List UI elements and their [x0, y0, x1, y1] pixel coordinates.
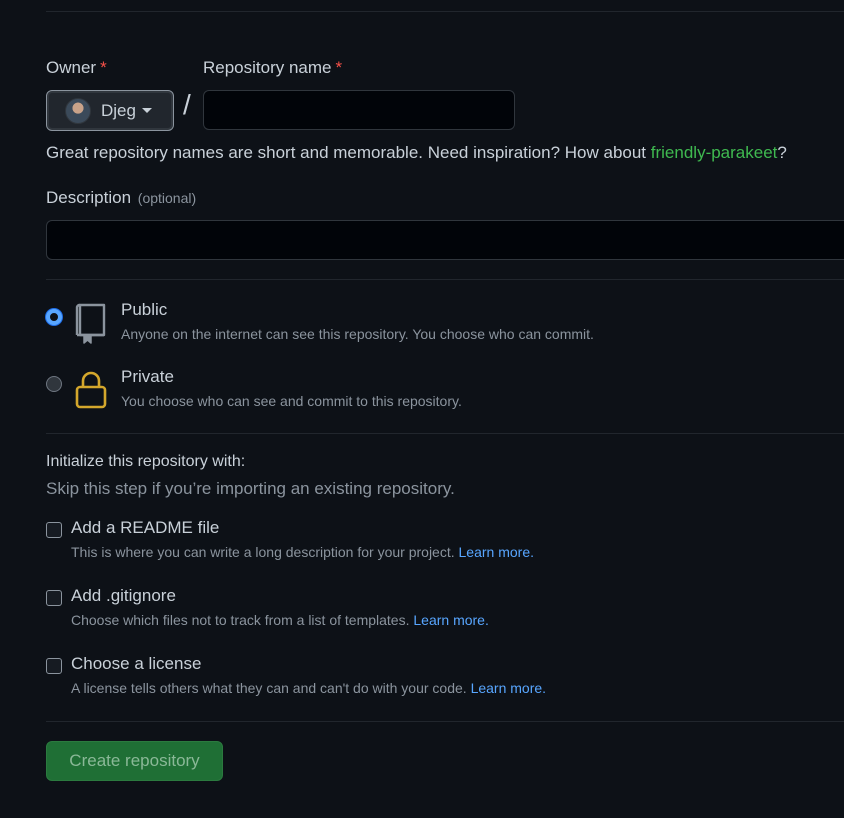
repo-icon: [75, 303, 106, 344]
private-radio[interactable]: [46, 376, 62, 392]
private-option-title: Private: [121, 367, 174, 386]
new-repository-form: Owner * Repository name * Djeg / Great rep…: [0, 0, 844, 818]
init-section-title: Initialize this repository with:: [46, 453, 246, 470]
readme-option-desc: This is where you can write a long descr…: [71, 544, 534, 560]
repo-name-hint: Great repository names are short and mem…: [46, 143, 787, 162]
description-label: Description (optional): [46, 188, 197, 207]
public-option-title: Public: [121, 300, 168, 319]
divider: [46, 433, 844, 434]
suggested-name-link[interactable]: friendly-parakeet: [651, 143, 778, 162]
repository-name-input[interactable]: [203, 90, 515, 130]
license-option-title: Choose a license: [71, 654, 202, 673]
owner-dropdown-button[interactable]: Djeg: [46, 90, 174, 131]
divider: [46, 279, 844, 280]
owner-label: Owner *: [46, 58, 107, 77]
required-mark: *: [100, 58, 107, 77]
repo-name-label: Repository name *: [203, 58, 343, 77]
owner-repo-separator: /: [183, 89, 191, 120]
description-input[interactable]: [46, 220, 844, 260]
learn-more-link[interactable]: Learn more.: [471, 680, 546, 696]
optional-note: (optional): [137, 190, 197, 206]
gitignore-checkbox[interactable]: [46, 590, 62, 606]
license-option-desc: A license tells others what they can and…: [71, 680, 547, 696]
learn-more-link[interactable]: Learn more.: [459, 544, 534, 560]
gitignore-option-desc: Choose which files not to track from a l…: [71, 612, 489, 628]
learn-more-link[interactable]: Learn more.: [413, 612, 488, 628]
required-mark: *: [335, 58, 343, 77]
divider: [46, 721, 844, 722]
caret-down-icon: [141, 108, 152, 113]
avatar: [65, 97, 91, 124]
lock-icon: [75, 371, 107, 409]
owner-name: Djeg: [101, 100, 136, 120]
readme-option-title: Add a README file: [71, 518, 220, 537]
create-repository-button[interactable]: Create repository: [46, 741, 223, 781]
gitignore-option-title: Add .gitignore: [71, 586, 176, 605]
private-option-desc: You choose who can see and commit to thi…: [121, 393, 462, 409]
public-option-desc: Anyone on the internet can see this repo…: [121, 326, 594, 342]
readme-checkbox[interactable]: [46, 522, 62, 538]
public-radio[interactable]: [46, 309, 62, 325]
init-section-subtitle: Skip this step if you’re importing an ex…: [46, 479, 455, 498]
license-checkbox[interactable]: [46, 658, 62, 674]
top-divider: [46, 11, 844, 12]
